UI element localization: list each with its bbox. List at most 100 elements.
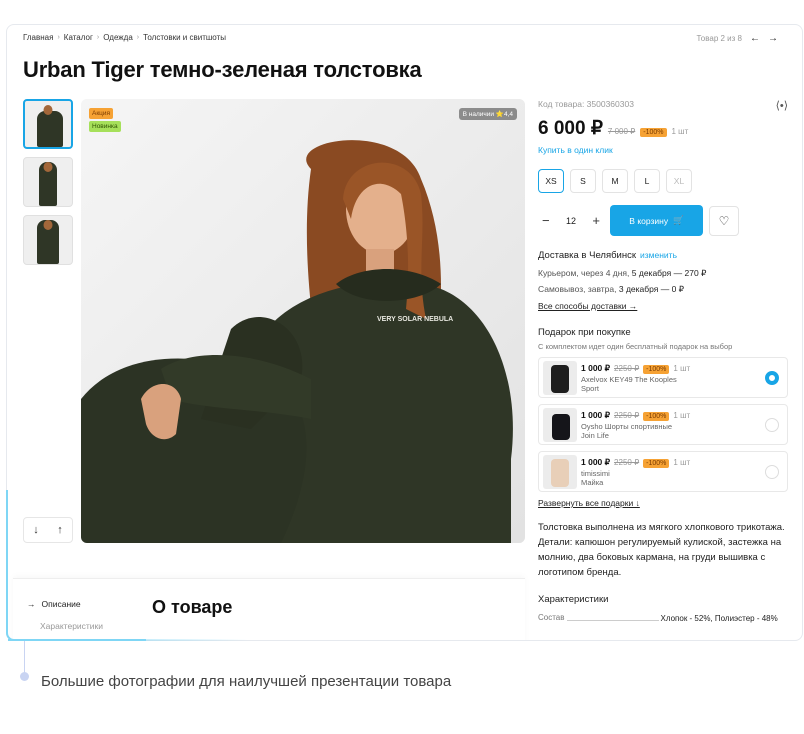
gift-info: 1 000 ₽ 2250 ₽ -100% 1 шт Axelvox KEY49 … [581, 363, 690, 393]
purchase-row: − 12 + В корзину 🛒 ♡ [538, 205, 788, 236]
sale-badge: Акция [89, 108, 114, 119]
gift-name: Oysho Шорты спортивные [581, 421, 673, 431]
size-option-l[interactable]: L [634, 169, 660, 193]
section-nav-item-characteristics[interactable]: Характеристики [27, 621, 103, 631]
delivery-city-label: Доставка в Челябинск [538, 250, 637, 261]
breadcrumb-catalog[interactable]: Каталог [64, 33, 93, 42]
product-description: Толстовка выполнена из мягкого хлопковог… [538, 522, 785, 578]
thumbnail-image-head [43, 220, 53, 230]
pager-label: Товар 2 из 8 [696, 34, 742, 43]
size-option-m[interactable]: M [602, 169, 628, 193]
thumbnail-image-head [43, 162, 53, 172]
breadcrumb-hoodies[interactable]: Толстовки и свитшоты [143, 33, 226, 42]
plus-icon[interactable]: + [592, 213, 600, 228]
all-delivery-methods-link[interactable]: Все способы доставки → [538, 301, 788, 311]
page-title: Urban Tiger темно-зеленая толстовка [23, 57, 422, 82]
courier-date-price: 5 декабря — 270 ₽ [631, 268, 707, 278]
gift-option-3[interactable]: 1 000 ₽ 2250 ₽ -100% 1 шт timissimi Майк… [538, 451, 788, 492]
size-option-xl: XL [666, 169, 692, 193]
gift-discount-badge: -100% [643, 364, 670, 374]
about-section-title: О товаре [152, 597, 233, 617]
change-city-link[interactable]: изменить [640, 250, 677, 260]
breadcrumb: Главная › Каталог › Одежда › Толстовки и… [23, 33, 226, 42]
expand-gifts-link[interactable]: Развернуть все подарки ↓ [538, 498, 788, 508]
arrow-right-icon[interactable]: → [768, 33, 778, 44]
gift-info: 1 000 ₽ 2250 ₽ -100% 1 шт timissimi Майк… [581, 457, 690, 487]
current-price: 6 000 ₽ [538, 118, 603, 139]
gift-section-subtitle: С комплектом идет один бесплатный подаро… [538, 342, 733, 351]
gift-option-1[interactable]: 1 000 ₽ 2250 ₽ -100% 1 шт Axelvox KEY49 … [538, 357, 788, 398]
arrow-right-icon: → [27, 599, 36, 609]
gift-name: Axelvox KEY49 The Kooples [581, 374, 677, 384]
gift-price-row: 1 000 ₽ 2250 ₽ -100% 1 шт [581, 363, 690, 374]
breadcrumb-clothes[interactable]: Одежда [103, 33, 133, 42]
thumbnail-2[interactable] [23, 157, 73, 207]
favorite-button[interactable]: ♡ [709, 205, 739, 236]
product-photo-illustration: VERY SOLAR NEBULA [81, 99, 525, 543]
gift-name: timissimi [581, 468, 610, 478]
gift-price: 1 000 ₽ [581, 456, 611, 467]
gift-qty: 1 шт [673, 410, 691, 420]
gift-qty: 1 шт [673, 457, 691, 467]
old-price: 7 000 ₽ [607, 127, 636, 136]
thumbnail-image [37, 111, 64, 147]
section-nav: → Описание Характеристики [27, 599, 103, 631]
arrow-up-icon[interactable]: ↑ [57, 524, 63, 536]
gift-discount-badge: -100% [643, 458, 670, 468]
gift-old-price: 2250 ₽ [614, 363, 640, 373]
gift-name-sub: Join Life [581, 430, 609, 440]
gift-discount-badge: -100% [643, 411, 670, 421]
svg-text:VERY SOLAR NEBULA: VERY SOLAR NEBULA [377, 316, 453, 323]
breadcrumb-home[interactable]: Главная [23, 33, 53, 42]
chevron-right-icon: › [136, 34, 140, 41]
thumbnail-scroll-controls: ↓ ↑ [23, 517, 73, 543]
highlight-frame-glow [8, 639, 248, 641]
gift-radio[interactable] [765, 418, 779, 432]
thumbnail-list [23, 99, 73, 273]
pickup-prefix: Самовывоз, завтра, [538, 284, 619, 294]
price-row: 6 000 ₽ 7 000 ₽ -100% 1 шт [538, 117, 788, 140]
section-nav-item-description[interactable]: → Описание [27, 599, 103, 609]
characteristics-title: Характеристики [538, 594, 609, 605]
gift-price: 1 000 ₽ [581, 362, 611, 373]
arrow-down-icon[interactable]: ↓ [33, 524, 39, 536]
quantity-note: 1 шт [671, 127, 689, 136]
characteristic-key: Состав [538, 613, 565, 622]
gift-image-shape [551, 458, 569, 487]
thumbnail-image-head [43, 105, 53, 115]
minus-icon[interactable]: − [542, 213, 550, 228]
size-option-s[interactable]: S [570, 169, 596, 193]
main-product-photo[interactable]: VERY SOLAR NEBULA Акция Новинка В наличи… [81, 99, 525, 543]
thumbnail-1[interactable] [23, 99, 73, 149]
discount-badge: -100% [640, 128, 667, 137]
arrow-left-icon[interactable]: ← [750, 33, 760, 44]
gift-image-shape [551, 364, 569, 393]
gift-info: 1 000 ₽ 2250 ₽ -100% 1 шт Oysho Шорты сп… [581, 410, 690, 440]
courier-delivery-line: Курьером, через 4 дня, 5 декабря — 270 ₽ [538, 268, 788, 279]
buy-one-click-link[interactable]: Купить в один клик [538, 145, 788, 155]
size-selector: XS S M L XL [538, 169, 788, 193]
gift-image [543, 407, 577, 442]
gift-option-2[interactable]: 1 000 ₽ 2250 ₽ -100% 1 шт Oysho Шорты сп… [538, 404, 788, 445]
add-to-cart-button[interactable]: В корзину 🛒 [610, 205, 703, 236]
pickup-delivery-line: Самовывоз, завтра, 3 декабря — 0 ₽ [538, 284, 788, 295]
delivery-section-title: Доставка в Челябинск изменить [538, 250, 788, 261]
product-info-panel: Код товара: 3500360303 ⟨•⟩ 6 000 ₽ 7 000… [538, 99, 788, 625]
gift-radio-selected[interactable] [765, 371, 779, 385]
cart-icon: 🛒 [673, 215, 684, 225]
product-code: Код товара: 3500360303 [538, 99, 634, 109]
gift-radio[interactable] [765, 465, 779, 479]
presentation-caption: Большие фотографии для наилучшей презент… [41, 673, 452, 690]
thumbnail-3[interactable] [23, 215, 73, 265]
gift-image [543, 454, 577, 489]
gift-old-price: 2250 ₽ [614, 410, 640, 420]
caption-connector-line [24, 641, 25, 673]
gift-old-price: 2250 ₽ [614, 457, 640, 467]
caption-marker-dot [20, 672, 29, 681]
gift-qty: 1 шт [673, 363, 691, 373]
gift-name-sub: Майка [581, 477, 604, 487]
size-option-xs[interactable]: XS [538, 169, 564, 193]
quantity-value[interactable]: 12 [566, 216, 576, 226]
product-pager: Товар 2 из 8 ← → [697, 33, 778, 44]
share-icon[interactable]: ⟨•⟩ [776, 99, 788, 112]
